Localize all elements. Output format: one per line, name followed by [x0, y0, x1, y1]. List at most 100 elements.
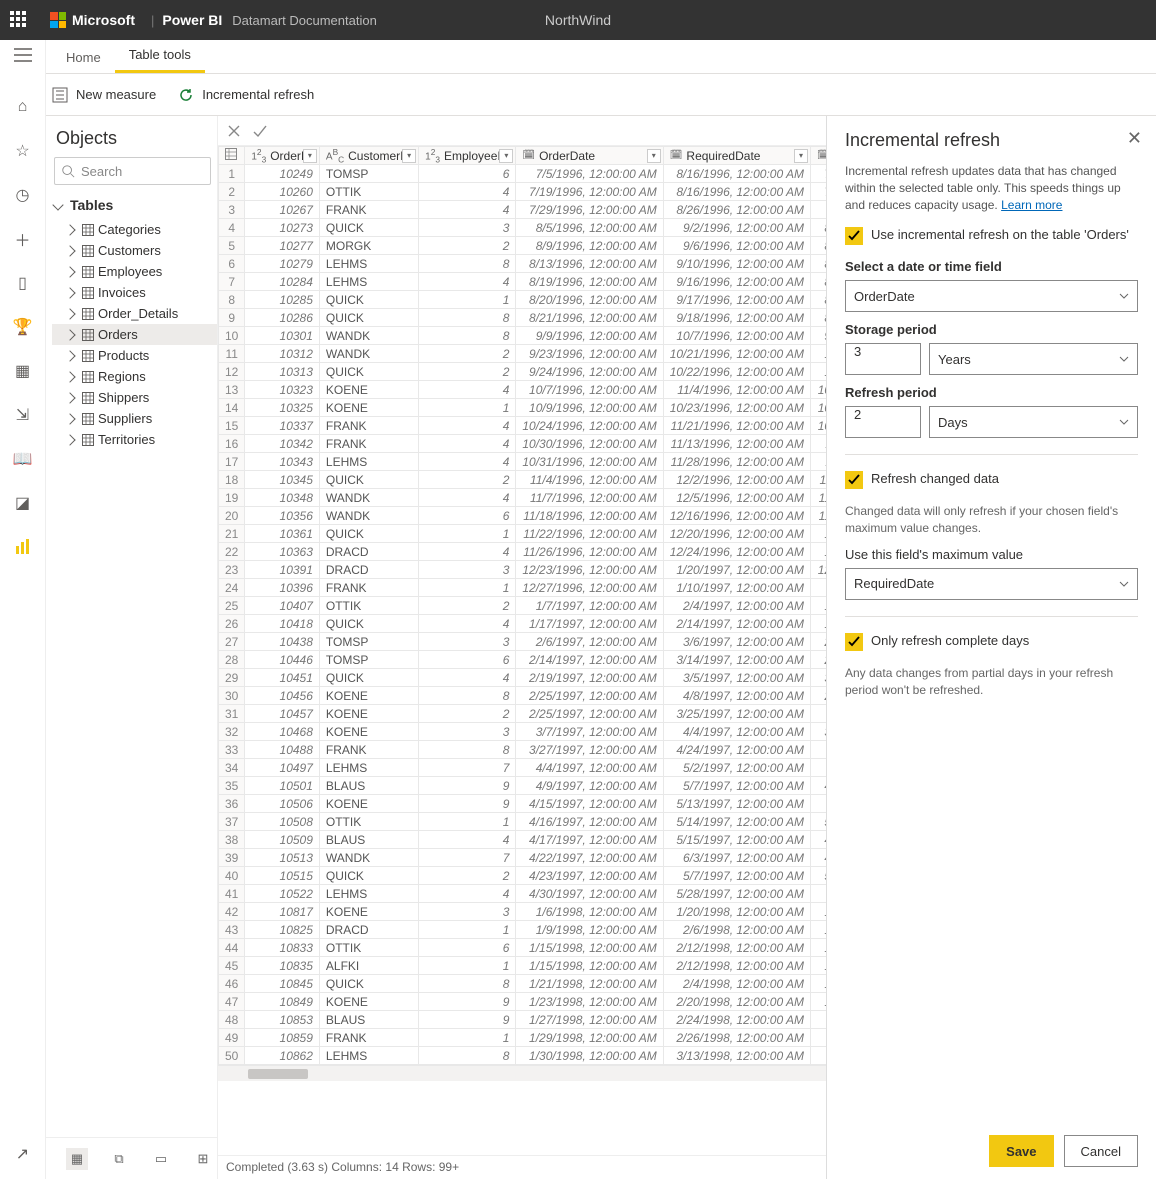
table-row[interactable]: 1610342FRANK410/30/1996, 12:00:00 AM11/1…	[219, 435, 827, 453]
table-row[interactable]: 3510501BLAUS94/9/1997, 12:00:00 AM5/7/19…	[219, 777, 827, 795]
column-filter-icon[interactable]: ▾	[303, 149, 317, 163]
sidebar-item-customers[interactable]: Customers	[52, 240, 217, 261]
table-row[interactable]: 2810446TOMSP62/14/1997, 12:00:00 AM3/14/…	[219, 651, 827, 669]
table-row[interactable]: 2910451QUICK42/19/1997, 12:00:00 AM3/5/1…	[219, 669, 827, 687]
sidebar-item-suppliers[interactable]: Suppliers	[52, 408, 217, 429]
table-row[interactable]: 3710508OTTIK14/16/1997, 12:00:00 AM5/14/…	[219, 813, 827, 831]
table-row[interactable]: 4910859FRANK11/29/1998, 12:00:00 AM2/26/…	[219, 1029, 827, 1047]
storage-unit-select[interactable]: Years	[929, 343, 1138, 375]
sidebar-item-regions[interactable]: Regions	[52, 366, 217, 387]
new-measure-button[interactable]: New measure	[52, 87, 156, 103]
column-header-shi[interactable]: 🗓Shi▾	[811, 147, 826, 165]
table-row[interactable]: 3010456KOENE82/25/1997, 12:00:00 AM4/8/1…	[219, 687, 827, 705]
nav-data-icon[interactable]: ▯	[12, 272, 34, 294]
tab-home[interactable]: Home	[52, 42, 115, 73]
nav-apps-icon[interactable]: ▦	[12, 360, 34, 382]
table-row[interactable]: 4410833OTTIK61/15/1998, 12:00:00 AM2/12/…	[219, 939, 827, 957]
table-row[interactable]: 3210468KOENE33/7/1997, 12:00:00 AM4/4/19…	[219, 723, 827, 741]
table-row[interactable]: 5010862LEHMS81/30/1998, 12:00:00 AM3/13/…	[219, 1047, 827, 1065]
table-row[interactable]: 1010301WANDK89/9/1996, 12:00:00 AM10/7/1…	[219, 327, 827, 345]
refresh-changed-checkbox[interactable]	[845, 471, 863, 489]
table-row[interactable]: 2710438TOMSP32/6/1997, 12:00:00 AM3/6/19…	[219, 633, 827, 651]
table-row[interactable]: 1510337FRANK410/24/1996, 12:00:00 AM11/2…	[219, 417, 827, 435]
max-value-select[interactable]: RequiredDate	[845, 568, 1138, 600]
table-row[interactable]: 710284LEHMS48/19/1996, 12:00:00 AM9/16/1…	[219, 273, 827, 291]
app-launcher-icon[interactable]	[10, 11, 28, 29]
table-row[interactable]: 210260OTTIK47/19/1996, 12:00:00 AM8/16/1…	[219, 183, 827, 201]
nav-workspace-icon[interactable]: ◪	[12, 492, 34, 514]
table-row[interactable]: 3110457KOENE22/25/1997, 12:00:00 AM3/25/…	[219, 705, 827, 723]
table-row[interactable]: 4810853BLAUS91/27/1998, 12:00:00 AM2/24/…	[219, 1011, 827, 1029]
incremental-refresh-button[interactable]: Incremental refresh	[178, 87, 314, 103]
formula-bar[interactable]	[218, 116, 826, 146]
table-row[interactable]: 1410325KOENE110/9/1996, 12:00:00 AM10/23…	[219, 399, 827, 417]
table-row[interactable]: 3410497LEHMS74/4/1997, 12:00:00 AM5/2/19…	[219, 759, 827, 777]
view-grid-icon[interactable]: ▦	[66, 1148, 88, 1170]
date-field-select[interactable]: OrderDate	[845, 280, 1138, 312]
table-row[interactable]: 3310488FRANK83/27/1997, 12:00:00 AM4/24/…	[219, 741, 827, 759]
table-row[interactable]: 1110312WANDK29/23/1996, 12:00:00 AM10/21…	[219, 345, 827, 363]
sidebar-item-categories[interactable]: Categories	[52, 219, 217, 240]
view-query-icon[interactable]: ⊞	[192, 1148, 214, 1170]
menu-icon[interactable]	[14, 48, 32, 65]
refresh-number-input[interactable]: 2	[845, 406, 921, 438]
table-row[interactable]: 310267FRANK47/29/1996, 12:00:00 AM8/26/1…	[219, 201, 827, 219]
table-row[interactable]: 2510407OTTIK21/7/1997, 12:00:00 AM2/4/19…	[219, 597, 827, 615]
sidebar-item-invoices[interactable]: Invoices	[52, 282, 217, 303]
cancel-formula-icon[interactable]	[226, 123, 242, 139]
table-row[interactable]: 2410396FRANK112/27/1996, 12:00:00 AM1/10…	[219, 579, 827, 597]
sidebar-item-shippers[interactable]: Shippers	[52, 387, 217, 408]
table-row[interactable]: 4510835ALFKI11/15/1998, 12:00:00 AM2/12/…	[219, 957, 827, 975]
tables-folder[interactable]: Tables	[54, 197, 217, 213]
table-row[interactable]: 1810345QUICK211/4/1996, 12:00:00 AM12/2/…	[219, 471, 827, 489]
commit-formula-icon[interactable]	[252, 123, 268, 139]
column-filter-icon[interactable]: ▾	[794, 149, 808, 163]
cancel-button[interactable]: Cancel	[1064, 1135, 1138, 1167]
nav-goals-icon[interactable]: 🏆	[12, 316, 34, 338]
nav-learn-icon[interactable]: 📖	[12, 448, 34, 470]
nav-home-icon[interactable]: ⌂	[12, 96, 34, 118]
table-row[interactable]: 4710849KOENE91/23/1998, 12:00:00 AM2/20/…	[219, 993, 827, 1011]
use-incremental-checkbox[interactable]	[845, 227, 863, 245]
table-row[interactable]: 4210817KOENE31/6/1998, 12:00:00 AM1/20/1…	[219, 903, 827, 921]
sidebar-item-territories[interactable]: Territories	[52, 429, 217, 450]
nav-deploy-icon[interactable]: ⇲	[12, 404, 34, 426]
table-row[interactable]: 510277MORGK28/9/1996, 12:00:00 AM9/6/199…	[219, 237, 827, 255]
column-filter-icon[interactable]: ▾	[402, 149, 416, 163]
horizontal-scrollbar[interactable]	[218, 1065, 826, 1081]
column-header-employeeid[interactable]: 123EmployeeID▾	[419, 147, 516, 165]
column-header-requireddate[interactable]: 🗓RequiredDate▾	[663, 147, 810, 165]
column-filter-icon[interactable]: ▾	[647, 149, 661, 163]
tab-table-tools[interactable]: Table tools	[115, 39, 205, 73]
table-row[interactable]: 2010356WANDK611/18/1996, 12:00:00 AM12/1…	[219, 507, 827, 525]
breadcrumb[interactable]: Datamart Documentation	[232, 13, 377, 28]
table-row[interactable]: 410273QUICK38/5/1996, 12:00:00 AM9/2/199…	[219, 219, 827, 237]
table-row[interactable]: 2310391DRACD312/23/1996, 12:00:00 AM1/20…	[219, 561, 827, 579]
nav-datamart-icon[interactable]	[12, 536, 34, 558]
table-row[interactable]: 4010515QUICK24/23/1997, 12:00:00 AM5/7/1…	[219, 867, 827, 885]
table-row[interactable]: 1910348WANDK411/7/1996, 12:00:00 AM12/5/…	[219, 489, 827, 507]
table-row[interactable]: 810285QUICK18/20/1996, 12:00:00 AM9/17/1…	[219, 291, 827, 309]
nav-recent-icon[interactable]: ◷	[12, 184, 34, 206]
table-row[interactable]: 1710343LEHMS410/31/1996, 12:00:00 AM11/2…	[219, 453, 827, 471]
table-row[interactable]: 1210313QUICK29/24/1996, 12:00:00 AM10/22…	[219, 363, 827, 381]
table-row[interactable]: 3910513WANDK74/22/1997, 12:00:00 AM6/3/1…	[219, 849, 827, 867]
sidebar-item-orders[interactable]: Orders	[52, 324, 217, 345]
view-model-icon[interactable]: ⧉	[108, 1148, 130, 1170]
table-row[interactable]: 3810509BLAUS44/17/1997, 12:00:00 AM5/15/…	[219, 831, 827, 849]
column-header-orderdate[interactable]: 🗓OrderDate▾	[516, 147, 663, 165]
table-row[interactable]: 1310323KOENE410/7/1996, 12:00:00 AM11/4/…	[219, 381, 827, 399]
view-lineage-icon[interactable]: ▭	[150, 1148, 172, 1170]
storage-number-input[interactable]: 3	[845, 343, 921, 375]
nav-favorites-icon[interactable]: ☆	[12, 140, 34, 162]
close-icon[interactable]: ✕	[1127, 128, 1142, 149]
data-grid[interactable]: 123OrderID▾ABCCustomerID▾123EmployeeID▾🗓…	[218, 146, 826, 1065]
sidebar-item-products[interactable]: Products	[52, 345, 217, 366]
table-row[interactable]: 610279LEHMS88/13/1996, 12:00:00 AM9/10/1…	[219, 255, 827, 273]
table-row[interactable]: 2110361QUICK111/22/1996, 12:00:00 AM12/2…	[219, 525, 827, 543]
learn-more-link[interactable]: Learn more	[1001, 198, 1062, 212]
table-row[interactable]: 910286QUICK88/21/1996, 12:00:00 AM9/18/1…	[219, 309, 827, 327]
column-header-customerid[interactable]: ABCCustomerID▾	[319, 147, 418, 165]
product-name[interactable]: Power BI	[162, 12, 222, 28]
nav-create-icon[interactable]: ＋	[12, 228, 34, 250]
